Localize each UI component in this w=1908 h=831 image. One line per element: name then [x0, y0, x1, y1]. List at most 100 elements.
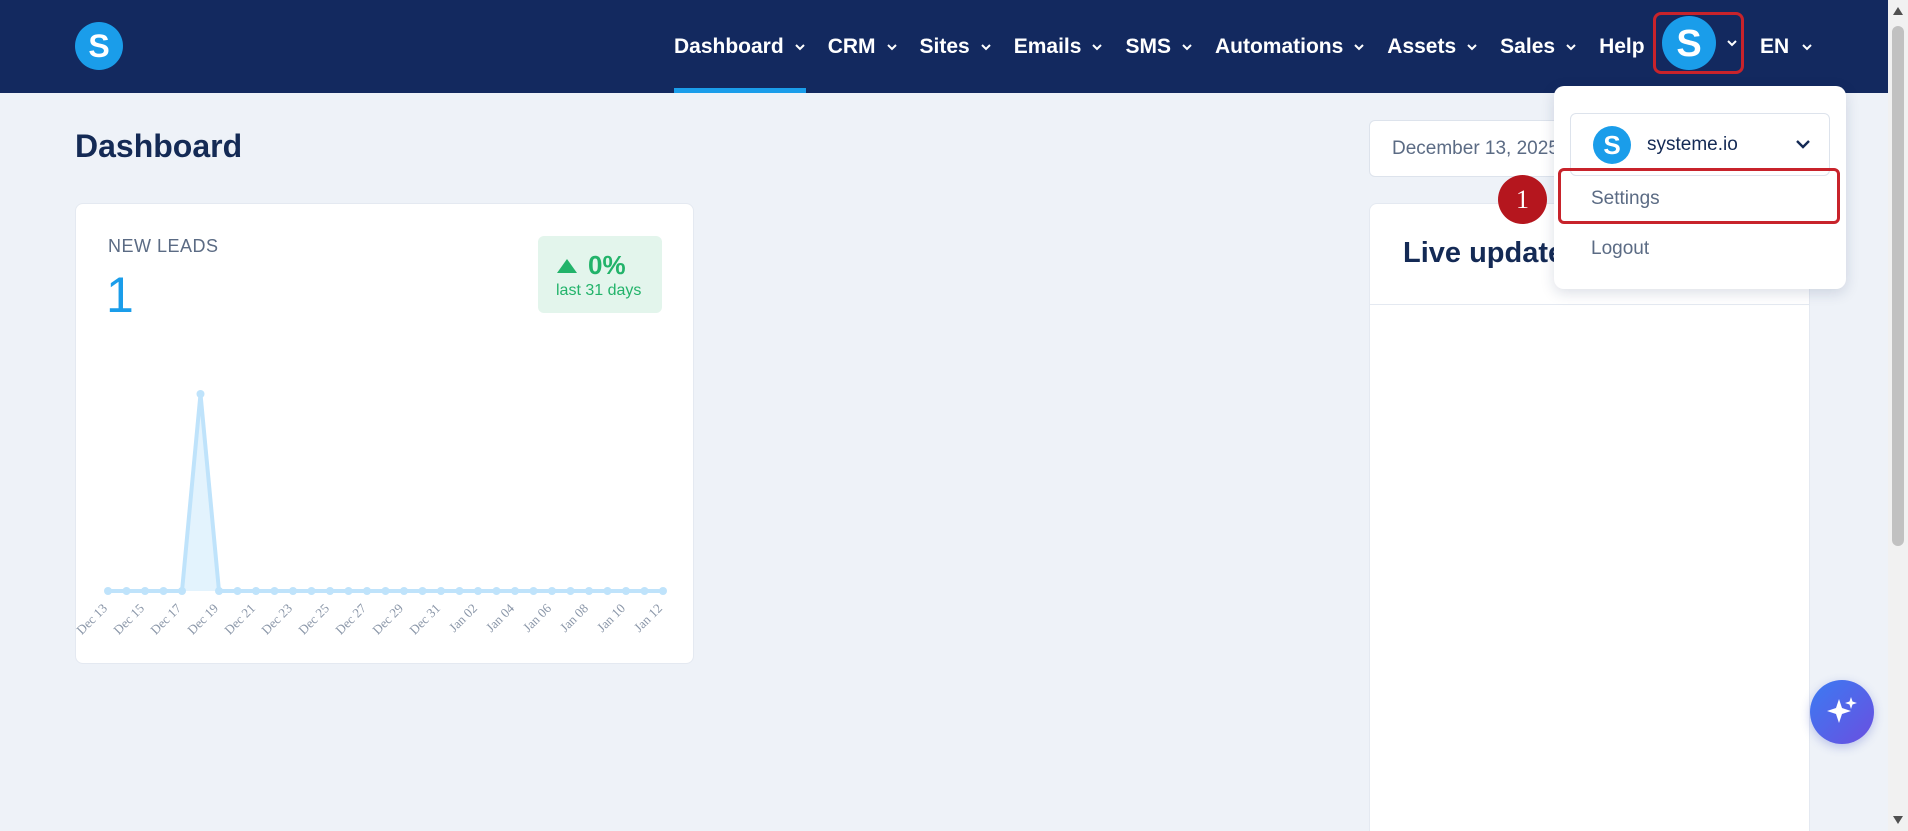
systeme-logo-icon[interactable]: S	[75, 22, 123, 70]
account-switcher[interactable]: S systeme.io	[1570, 113, 1830, 176]
chart-point[interactable]	[418, 587, 427, 595]
card-label: NEW LEADS	[108, 236, 219, 256]
svg-text:S: S	[1676, 23, 1701, 65]
nav-item-emails[interactable]: Emails	[1014, 0, 1104, 93]
nav-item-dashboard[interactable]: Dashboard	[674, 0, 806, 93]
chart-tick-label: Dec 23	[258, 601, 295, 638]
nav-item-label: Dashboard	[674, 34, 784, 58]
nav-item-label: Emails	[1013, 34, 1082, 58]
chart-point[interactable]	[474, 587, 482, 595]
nav-item-sites[interactable]: Sites	[920, 0, 992, 93]
avatar: S	[1662, 16, 1716, 70]
chart-tick-label: Jan 06	[520, 600, 555, 635]
menu-item-logout[interactable]: Logout	[1591, 238, 1649, 260]
chart-point[interactable]	[566, 587, 575, 595]
chart-point[interactable]	[141, 587, 149, 595]
chart-point[interactable]	[381, 587, 390, 595]
svg-text:S: S	[88, 28, 109, 64]
chart-point[interactable]	[603, 587, 612, 595]
chart-point[interactable]	[529, 587, 538, 595]
chart-point[interactable]	[233, 587, 242, 595]
chart-tick-label: Dec 27	[332, 600, 369, 637]
nav-item-label: Sales	[1500, 34, 1556, 58]
chart-point[interactable]	[215, 587, 223, 595]
chart-point[interactable]	[344, 587, 353, 595]
scroll-thumb[interactable]	[1892, 26, 1904, 546]
chart-tick-label: Dec 25	[295, 601, 332, 638]
chart-point[interactable]	[455, 587, 464, 595]
chart-point[interactable]	[622, 587, 630, 595]
systeme-logo-icon: S	[1593, 125, 1631, 164]
step-badge: 1	[1498, 175, 1547, 224]
chart-point[interactable]	[178, 587, 186, 595]
chart-point[interactable]	[289, 587, 297, 595]
language-selector[interactable]: EN	[1760, 0, 1813, 93]
svg-text:S: S	[1603, 130, 1620, 160]
chevron-down-icon	[1566, 43, 1576, 50]
page-title: Dashboard	[75, 128, 243, 164]
sparkles-icon	[1827, 697, 1857, 723]
chart-tick-label: Jan 08	[557, 601, 591, 635]
chart-tick-label: Dec 19	[184, 601, 221, 638]
scrollbar[interactable]	[1888, 0, 1908, 831]
chart-point[interactable]	[104, 587, 112, 595]
nav-item-label: Assets	[1387, 34, 1457, 58]
nav-item-help[interactable]: Help	[1599, 35, 1645, 59]
nav-item-sms[interactable]: SMS	[1125, 0, 1193, 93]
account-avatar-button[interactable]: S	[1653, 12, 1744, 74]
chart-tick-label: Dec 13	[76, 601, 110, 638]
nav-item-sales[interactable]: Sales	[1500, 0, 1577, 93]
chart-point[interactable]	[122, 587, 131, 595]
chevron-down-icon	[1467, 43, 1477, 50]
chart-point[interactable]	[307, 587, 316, 595]
chart-point[interactable]	[326, 587, 334, 595]
chart-tick-label: Jan 10	[594, 601, 628, 635]
chart-point[interactable]	[196, 390, 205, 398]
chart-point[interactable]	[548, 587, 556, 595]
chart-point[interactable]	[511, 587, 519, 595]
chevron-down-icon	[1796, 140, 1810, 149]
nav-item-label: SMS	[1125, 34, 1171, 58]
chart-point[interactable]	[252, 587, 260, 595]
divider	[1370, 304, 1809, 305]
chart-tick-label: Dec 17	[147, 600, 184, 637]
new-leads-card: NEW LEADS 1 0% last 31 days Dec 13 Dec 15…	[75, 203, 694, 664]
chart-point[interactable]	[585, 587, 593, 595]
chevron-down-icon	[886, 43, 897, 50]
chart-point[interactable]	[400, 587, 408, 595]
chart-point[interactable]	[492, 587, 501, 595]
chart-point[interactable]	[270, 587, 279, 595]
chevron-down-icon	[794, 43, 805, 50]
trend-percent: 0%	[588, 250, 626, 280]
chart-tick-label: Jan 02	[446, 601, 480, 635]
nav-item-label: CRM	[827, 34, 876, 58]
chevron-down-icon	[1802, 43, 1812, 50]
account-name: systeme.io	[1647, 133, 1738, 155]
trend-period: last 31 days	[556, 282, 642, 299]
trend-badge: 0% last 31 days	[538, 236, 662, 313]
settings-highlight	[1558, 168, 1840, 224]
chart-tick-label: Dec 21	[221, 601, 258, 638]
chevron-down-icon	[1182, 43, 1192, 50]
chart-tick-label: Jan 04	[483, 600, 518, 635]
nav-item-assets[interactable]: Assets	[1387, 0, 1478, 93]
scroll-up-arrow-icon[interactable]	[1893, 7, 1903, 15]
chart-point[interactable]	[659, 587, 667, 595]
chart-point[interactable]	[437, 587, 445, 595]
nav-item-label: Automations	[1214, 34, 1344, 58]
nav-item-automations[interactable]: Automations	[1215, 0, 1365, 93]
chevron-down-icon	[981, 43, 991, 50]
chevron-down-icon	[1354, 43, 1364, 50]
chart-tick-label: Dec 15	[110, 601, 147, 638]
chevron-down-icon	[1727, 40, 1737, 47]
nav-item-label: Sites	[919, 34, 970, 58]
nav-item-crm[interactable]: CRM	[828, 0, 898, 93]
chevron-down-icon	[1092, 43, 1103, 50]
ai-assistant-button[interactable]	[1810, 680, 1874, 744]
live-updates-card: Live updates	[1369, 203, 1810, 831]
chart-point[interactable]	[640, 587, 649, 595]
arrow-up-icon	[557, 258, 577, 273]
scroll-down-arrow-icon[interactable]	[1893, 816, 1903, 824]
chart-point[interactable]	[159, 587, 168, 595]
chart-point[interactable]	[363, 587, 371, 595]
